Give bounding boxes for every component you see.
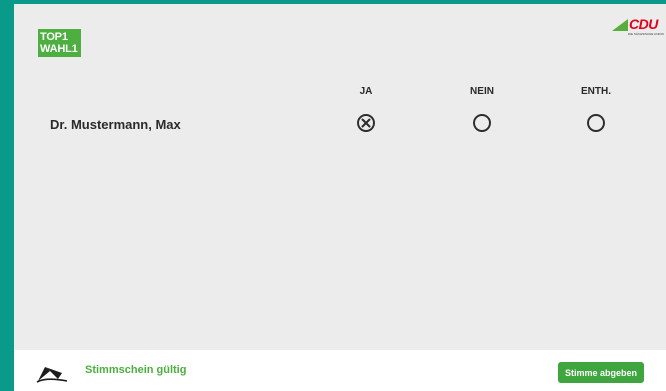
vote-option-enth[interactable] <box>587 114 605 132</box>
logo-wedge-icon <box>612 19 628 31</box>
vote-option-nein[interactable] <box>473 114 491 132</box>
logo-wordmark: CDU <box>629 16 658 32</box>
pen-signature-icon <box>36 367 68 383</box>
logo-subtitle: DIE SÄCHSISCHE UNION <box>628 32 664 36</box>
submit-vote-button[interactable]: Stimme abgeben <box>558 362 644 383</box>
agenda-item-label: TOP1 <box>40 31 68 43</box>
cross-icon <box>361 118 371 128</box>
vote-option-ja[interactable] <box>357 114 375 132</box>
vote-label: WAHL1 <box>40 43 78 55</box>
ballot-status: Stimmschein gültig <box>85 364 187 376</box>
column-header-enth: ENTH. <box>581 86 611 97</box>
column-header-ja: JA <box>359 86 373 97</box>
ballot-panel <box>14 4 666 391</box>
column-header-nein: NEIN <box>470 86 494 97</box>
candidate-name: Dr. Mustermann, Max <box>50 117 181 132</box>
agenda-item-badge: TOP1 WAHL1 <box>38 29 81 57</box>
party-logo: CDU DIE SÄCHSISCHE UNION <box>612 16 666 41</box>
